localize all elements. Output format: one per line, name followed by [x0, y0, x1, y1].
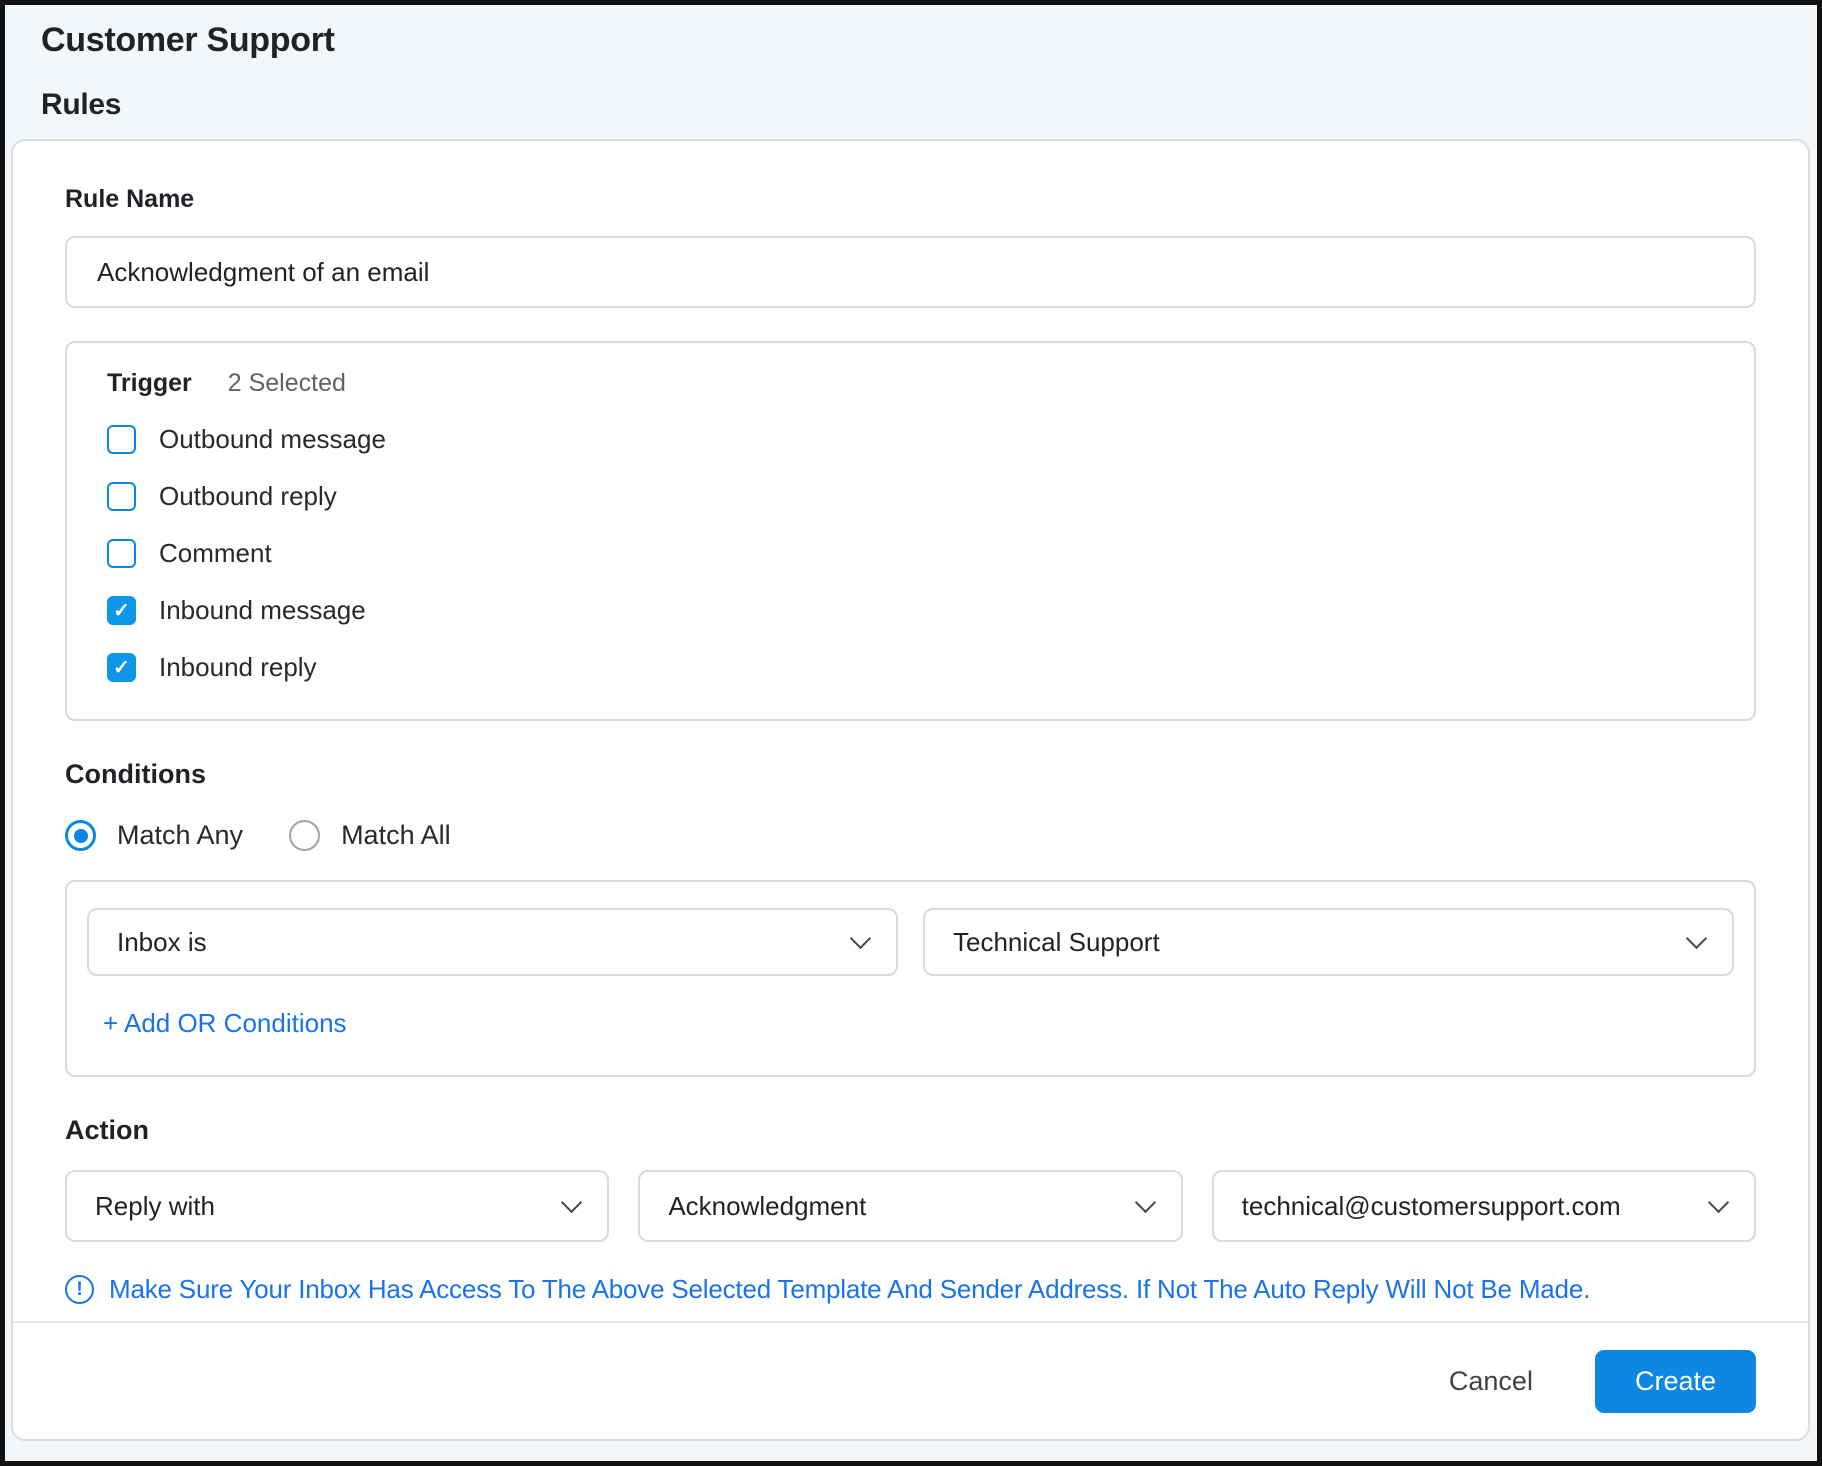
chevron-down-icon — [1686, 927, 1707, 948]
cancel-button[interactable]: Cancel — [1449, 1366, 1533, 1397]
trigger-option-row[interactable]: Comment — [107, 538, 1714, 569]
trigger-checkbox[interactable] — [107, 596, 136, 625]
trigger-option-label: Inbound reply — [159, 652, 317, 683]
create-button[interactable]: Create — [1595, 1350, 1756, 1413]
info-icon: ! — [65, 1275, 94, 1304]
rule-form-card: Rule Name Trigger 2 Selected Outbound me… — [11, 139, 1810, 1441]
conditions-label: Conditions — [65, 759, 1756, 790]
chevron-down-icon — [1708, 1191, 1729, 1212]
form-footer: Cancel Create — [13, 1321, 1808, 1439]
trigger-option-row[interactable]: Outbound reply — [107, 481, 1714, 512]
chevron-down-icon — [561, 1191, 582, 1212]
rule-name-input[interactable] — [65, 236, 1756, 308]
condition-field-select[interactable]: Inbox is — [87, 908, 898, 976]
match-type-label: Match All — [341, 820, 451, 851]
page-title: Customer Support — [41, 21, 1781, 60]
rule-form-body: Rule Name Trigger 2 Selected Outbound me… — [13, 141, 1808, 1321]
trigger-option-row[interactable]: Inbound message — [107, 595, 1714, 626]
action-select[interactable]: Acknowledgment — [638, 1170, 1182, 1242]
condition-value-select[interactable]: Technical Support — [923, 908, 1734, 976]
trigger-option-label: Inbound message — [159, 595, 366, 626]
trigger-option-label: Comment — [159, 538, 272, 569]
condition-field-value: Inbox is — [117, 927, 207, 958]
trigger-checkbox[interactable] — [107, 539, 136, 568]
chevron-down-icon — [850, 927, 871, 948]
trigger-section: Trigger 2 Selected Outbound message Outb… — [65, 341, 1756, 721]
action-select-value: technical@customersupport.com — [1242, 1191, 1621, 1222]
rule-name-label: Rule Name — [65, 185, 1756, 214]
match-type-label: Match Any — [117, 820, 243, 851]
action-select-value: Reply with — [95, 1191, 215, 1222]
match-type-option[interactable]: Match Any — [65, 820, 243, 851]
match-type-group: Match Any Match All — [65, 820, 1756, 851]
page-subtitle: Rules — [41, 88, 1781, 122]
match-type-radio[interactable] — [289, 820, 320, 851]
add-or-conditions-link[interactable]: + Add OR Conditions — [103, 1008, 347, 1039]
conditions-box: Inbox is Technical Support + Add OR Cond… — [65, 880, 1756, 1077]
trigger-option-row[interactable]: Outbound message — [107, 424, 1714, 455]
trigger-option-row[interactable]: Inbound reply — [107, 652, 1714, 683]
action-note-text: Make Sure Your Inbox Has Access To The A… — [109, 1274, 1590, 1305]
trigger-selected-count: 2 Selected — [228, 369, 346, 398]
trigger-header: Trigger 2 Selected — [107, 369, 1714, 398]
action-select[interactable]: Reply with — [65, 1170, 609, 1242]
app-frame: Customer Support Rules Rule Name Trigger… — [0, 0, 1822, 1466]
condition-row: Inbox is Technical Support — [87, 908, 1734, 976]
action-select[interactable]: technical@customersupport.com — [1212, 1170, 1756, 1242]
condition-value-value: Technical Support — [953, 927, 1160, 958]
action-note: ! Make Sure Your Inbox Has Access To The… — [65, 1274, 1756, 1305]
trigger-option-label: Outbound message — [159, 424, 386, 455]
trigger-checkbox[interactable] — [107, 425, 136, 454]
match-type-option[interactable]: Match All — [289, 820, 451, 851]
trigger-checkbox[interactable] — [107, 653, 136, 682]
trigger-checkbox[interactable] — [107, 482, 136, 511]
action-select-value: Acknowledgment — [668, 1191, 866, 1222]
action-row: Reply with Acknowledgment technical@cust… — [65, 1170, 1756, 1242]
trigger-label: Trigger — [107, 369, 192, 398]
page-header: Customer Support Rules — [5, 5, 1817, 139]
action-label: Action — [65, 1115, 1756, 1146]
trigger-option-label: Outbound reply — [159, 481, 337, 512]
match-type-radio[interactable] — [65, 820, 96, 851]
chevron-down-icon — [1135, 1191, 1156, 1212]
